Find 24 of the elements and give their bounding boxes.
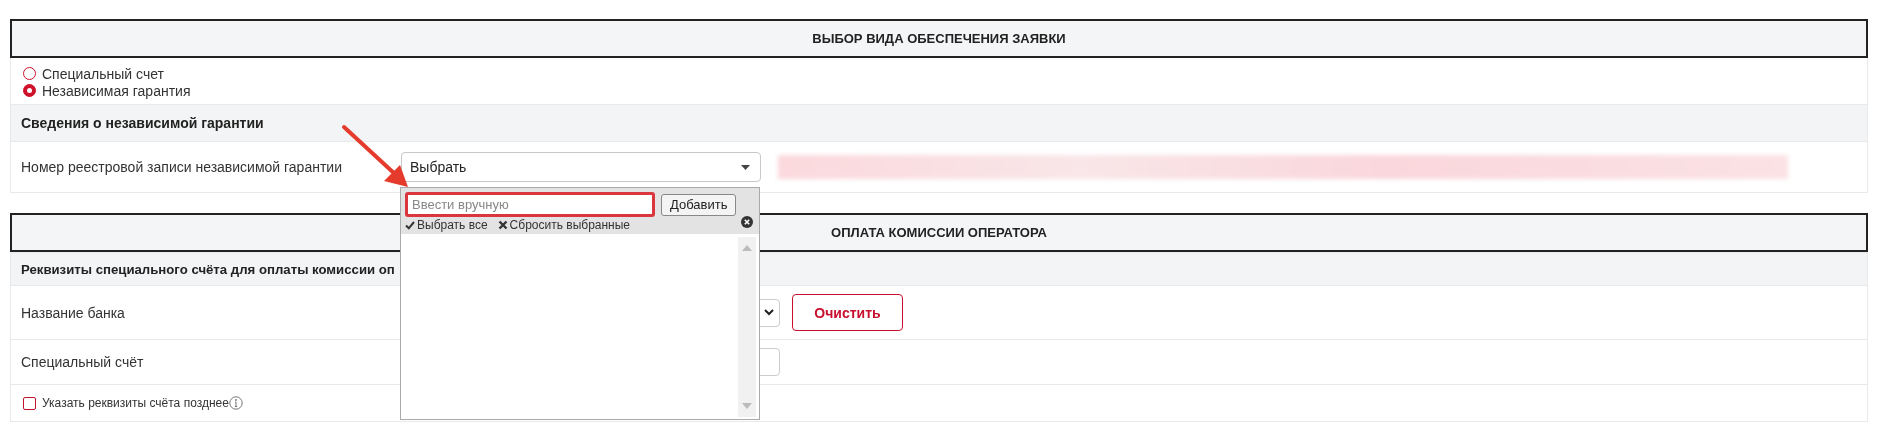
- field-label: Специальный счёт: [21, 354, 145, 370]
- subsection-title: Сведения о независимой гарантии: [21, 115, 264, 131]
- subsection-title: Реквизиты специального счёта для оплаты комиссии оп: [21, 261, 395, 277]
- radio-button[interactable]: [23, 84, 36, 97]
- reset-selection-link[interactable]: Сбросить выбранные: [509, 218, 631, 232]
- section-title: ОПЛАТА КОМИССИИ ОПЕРАТОРА: [831, 225, 1047, 240]
- select-all-link[interactable]: Выбрать все: [417, 218, 488, 232]
- add-button[interactable]: Добавить: [661, 193, 737, 216]
- chevron-icon: [764, 309, 774, 316]
- checkbox[interactable]: [23, 396, 36, 410]
- select-field[interactable]: Выбрать: [401, 152, 761, 182]
- radio-button[interactable]: [23, 67, 36, 80]
- radio-label[interactable]: Специальный счет: [42, 65, 164, 82]
- caret-icon: [741, 164, 750, 170]
- check-icon: [405, 220, 415, 230]
- manual-entry-field[interactable]: Ввести вручную: [405, 192, 655, 217]
- clear-button[interactable]: Очистить: [792, 294, 903, 331]
- radio-label[interactable]: Независимая гарантия: [42, 82, 191, 99]
- section-title: ВЫБОР ВИДА ОБЕСПЕЧЕНИЯ ЗАЯВКИ: [812, 31, 1066, 46]
- cross-icon: [497, 220, 508, 230]
- field-label: Номер реестровой записи независимой гарантии: [21, 159, 343, 175]
- checkbox-label[interactable]: Указать реквизиты счёта позднее: [42, 396, 229, 410]
- close-icon[interactable]: [741, 216, 753, 228]
- field-label: Название банка: [21, 304, 126, 321]
